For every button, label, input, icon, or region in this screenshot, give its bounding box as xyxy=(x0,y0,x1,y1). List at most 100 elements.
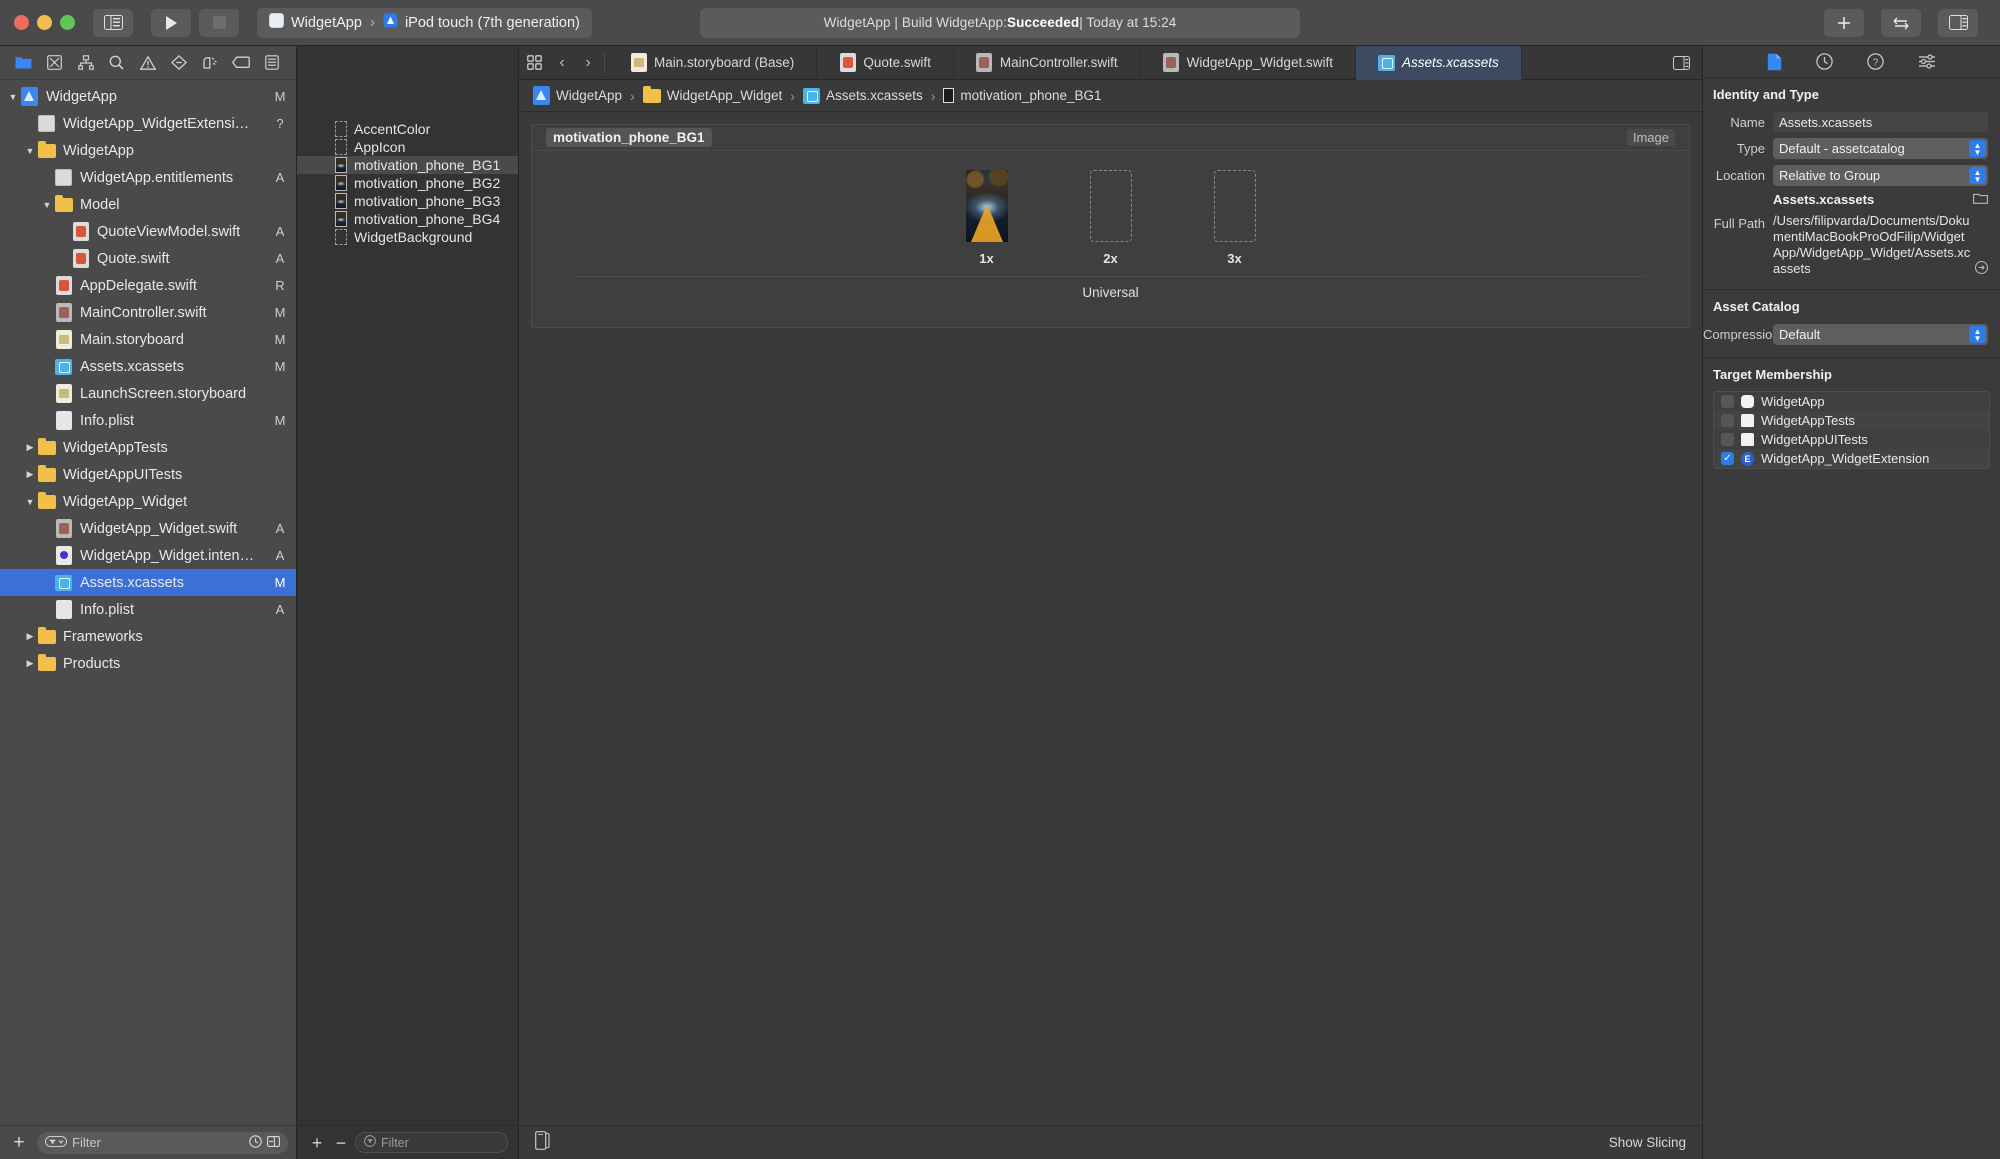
run-button[interactable] xyxy=(151,8,191,37)
quick-help-icon[interactable]: ? xyxy=(1867,53,1884,70)
target-checkbox[interactable] xyxy=(1721,414,1734,427)
editor-tab[interactable]: Assets.xcassets xyxy=(1355,45,1522,80)
file-tree-row[interactable]: ▶ Products xyxy=(0,650,296,677)
asset-list-item[interactable]: motivation_phone_BG2 xyxy=(297,174,518,192)
disclosure-triangle-open-icon[interactable]: ▼ xyxy=(40,200,54,210)
file-tree-row[interactable]: AppDelegate.swift R xyxy=(0,272,296,299)
disclosure-triangle-open-icon[interactable]: ▼ xyxy=(23,146,37,156)
type-popup[interactable]: Default - assetcatalog ▲ ▼ xyxy=(1773,138,1988,159)
target-membership-row[interactable]: ✓ E WidgetApp_WidgetExtension xyxy=(1714,449,1989,468)
file-tree-row[interactable]: WidgetApp_Widget.inten… A xyxy=(0,542,296,569)
appearance-button[interactable] xyxy=(535,1130,550,1155)
activity-status-bar[interactable]: WidgetApp | Build WidgetApp: Succeeded |… xyxy=(700,7,1300,38)
editor-tab[interactable]: WidgetApp_Widget.swift xyxy=(1141,45,1356,80)
disclosure-triangle-closed-icon[interactable]: ▶ xyxy=(23,631,37,642)
file-tree-row[interactable]: Info.plist A xyxy=(0,596,296,623)
scheme-selector[interactable]: WidgetApp › iPod touch (7th generation) xyxy=(257,7,592,38)
file-tree-row[interactable]: Main.storyboard M xyxy=(0,326,296,353)
breadcrumb-item[interactable]: motivation_phone_BG1 xyxy=(943,88,1102,103)
file-tree-row[interactable]: Assets.xcassets M xyxy=(0,353,296,380)
asset-list-item[interactable]: motivation_phone_BG1 xyxy=(297,156,518,174)
file-tree-row[interactable]: Assets.xcassets M xyxy=(0,569,296,596)
image-slot-empty[interactable] xyxy=(1213,170,1256,242)
disclosure-triangle-closed-icon[interactable]: ▶ xyxy=(23,658,37,669)
report-navigator-icon[interactable] xyxy=(257,50,288,76)
target-membership-row[interactable]: WidgetApp xyxy=(1714,392,1989,411)
target-checkbox[interactable] xyxy=(1721,395,1734,408)
file-tree-row[interactable]: ▶ Frameworks xyxy=(0,623,296,650)
file-tree-row[interactable]: WidgetApp_Widget.swift A xyxy=(0,515,296,542)
file-tree-row[interactable]: WidgetApp.entitlements A xyxy=(0,164,296,191)
image-scale-slots[interactable]: 1x 2x 3x xyxy=(532,151,1689,266)
editor-options-button[interactable] xyxy=(1661,55,1702,70)
asset-filter-field[interactable]: Filter xyxy=(355,1132,508,1153)
close-window-button[interactable] xyxy=(14,15,29,30)
minimize-window-button[interactable] xyxy=(37,15,52,30)
location-popup[interactable]: Relative to Group ▲ ▼ xyxy=(1773,165,1988,186)
file-inspector-icon[interactable] xyxy=(1767,53,1782,71)
asset-list-item[interactable]: motivation_phone_BG3 xyxy=(297,192,518,210)
stop-button[interactable] xyxy=(199,8,239,37)
file-tree-row[interactable]: ▼ WidgetApp M xyxy=(0,83,296,110)
find-navigator-icon[interactable] xyxy=(101,50,132,76)
asset-list-item[interactable]: motivation_phone_BG4 xyxy=(297,210,518,228)
issue-navigator-icon[interactable] xyxy=(132,50,163,76)
disclosure-triangle-open-icon[interactable]: ▼ xyxy=(23,497,37,507)
file-tree-row[interactable]: ▼ Model xyxy=(0,191,296,218)
history-inspector-icon[interactable] xyxy=(1816,53,1833,70)
file-tree-row[interactable]: MainController.swift M xyxy=(0,299,296,326)
image-slot[interactable]: 3x xyxy=(1203,170,1267,266)
target-checkbox[interactable] xyxy=(1721,433,1734,446)
related-items-icon[interactable] xyxy=(519,55,549,70)
attributes-inspector-icon[interactable] xyxy=(1918,54,1936,69)
image-slot-filled[interactable] xyxy=(965,170,1008,242)
source-control-filter-icon[interactable] xyxy=(267,1135,280,1151)
editor-tab[interactable]: Main.storyboard (Base) xyxy=(608,45,818,80)
file-tree-row[interactable]: ▶ WidgetAppTests xyxy=(0,434,296,461)
file-tree-row[interactable]: Info.plist M xyxy=(0,407,296,434)
disclosure-triangle-closed-icon[interactable]: ▶ xyxy=(23,442,37,453)
show-slicing-button[interactable]: Show Slicing xyxy=(1609,1135,1686,1150)
breadcrumb[interactable]: WidgetApp › WidgetApp_Widget › Assets.xcasse… xyxy=(519,80,1702,112)
disclosure-triangle-open-icon[interactable]: ▼ xyxy=(6,92,20,102)
breadcrumb-item[interactable]: Assets.xcassets xyxy=(802,87,923,104)
remove-asset-button[interactable]: − xyxy=(331,1134,351,1152)
reveal-in-finder-icon[interactable] xyxy=(1974,260,1989,277)
source-control-navigator-icon[interactable] xyxy=(39,50,70,76)
file-tree-row[interactable]: ▼ WidgetApp xyxy=(0,137,296,164)
image-slot[interactable]: 1x xyxy=(955,170,1019,266)
file-tree-row[interactable]: WidgetApp_WidgetExtensi…? xyxy=(0,110,296,137)
toggle-navigator-button[interactable] xyxy=(93,8,133,37)
go-forward-button[interactable]: › xyxy=(575,54,601,72)
debug-navigator-icon[interactable] xyxy=(195,50,226,76)
toggle-inspector-button[interactable] xyxy=(1938,8,1978,37)
add-file-button[interactable]: + xyxy=(8,1133,30,1152)
project-navigator-icon[interactable] xyxy=(8,50,39,76)
breakpoint-navigator-icon[interactable] xyxy=(226,50,257,76)
target-membership-row[interactable]: WidgetAppUITests xyxy=(1714,430,1989,449)
target-membership-list[interactable]: WidgetApp WidgetAppTests WidgetAppUITests ✓… xyxy=(1713,391,1990,469)
project-file-tree[interactable]: ▼ WidgetApp M WidgetApp_WidgetExtensi…? ▼ Wid… xyxy=(0,80,296,1125)
image-slot[interactable]: 2x xyxy=(1079,170,1143,266)
file-tree-row[interactable]: QuoteViewModel.swift A xyxy=(0,218,296,245)
add-editor-button[interactable] xyxy=(1824,8,1864,37)
asset-list-item[interactable]: WidgetBackground xyxy=(297,228,518,246)
target-membership-row[interactable]: WidgetAppTests xyxy=(1714,411,1989,430)
navigator-filter-field[interactable]: Filter xyxy=(37,1131,288,1154)
name-field[interactable]: Assets.xcassets xyxy=(1773,112,1988,132)
go-back-button[interactable]: ‹ xyxy=(549,54,575,72)
symbol-navigator-icon[interactable] xyxy=(70,50,101,76)
compression-popup[interactable]: Default ▲ ▼ xyxy=(1773,324,1988,345)
editor-tab[interactable]: Quote.swift xyxy=(817,45,954,80)
file-tree-row[interactable]: Quote.swift A xyxy=(0,245,296,272)
disclosure-triangle-closed-icon[interactable]: ▶ xyxy=(23,469,37,480)
asset-list[interactable]: AccentColor AppIcon motivation_phone_BG1 mo… xyxy=(297,118,518,1125)
file-tree-row[interactable]: LaunchScreen.storyboard xyxy=(0,380,296,407)
breadcrumb-item[interactable]: WidgetApp_Widget xyxy=(642,85,782,103)
add-asset-button[interactable]: + xyxy=(307,1134,327,1152)
asset-list-item[interactable]: AppIcon xyxy=(297,138,518,156)
image-slot-empty[interactable] xyxy=(1089,170,1132,242)
editor-tab[interactable]: MainController.swift xyxy=(954,45,1141,80)
file-tree-row[interactable]: ▼ WidgetApp_Widget xyxy=(0,488,296,515)
code-review-button[interactable] xyxy=(1881,8,1921,37)
